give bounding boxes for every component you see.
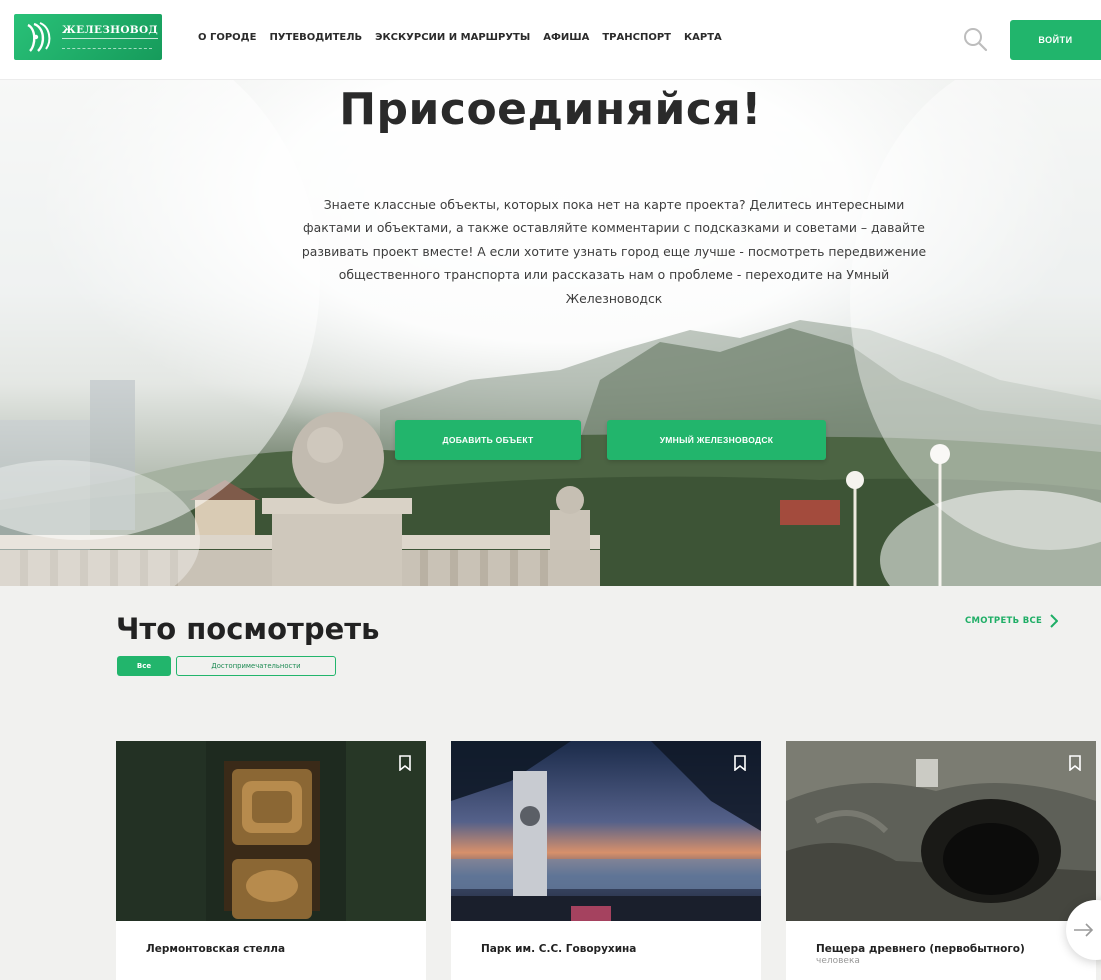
search-icon[interactable] xyxy=(960,24,990,54)
bookmark-icon[interactable] xyxy=(733,755,747,771)
login-button[interactable]: ВОЙТИ xyxy=(1010,20,1101,60)
chevron-right-icon xyxy=(1050,614,1059,628)
place-card-title: Лермонтовская стелла xyxy=(146,943,286,955)
hero-background-image xyxy=(0,80,1101,586)
carousel-next-button[interactable] xyxy=(1066,900,1101,960)
see-all-link[interactable]: СМОТРЕТЬ ВСЕ xyxy=(965,614,1059,628)
place-card-title: Парк им. С.С. Говорухина xyxy=(481,943,637,955)
place-card[interactable]: Парк им. С.С. Говорухина xyxy=(451,741,761,980)
bookmark-icon[interactable] xyxy=(398,755,412,771)
hero-title: Присоединяйся! xyxy=(339,84,762,135)
logo-subline xyxy=(62,43,152,49)
place-card-title-continued: человека xyxy=(816,956,860,966)
arrow-right-icon xyxy=(1074,923,1094,937)
logo-emblem-icon xyxy=(27,22,51,52)
add-object-button[interactable]: ДОБАВИТЬ ОБЪЕКТ xyxy=(395,420,581,460)
place-card[interactable]: Лермонтовская стелла xyxy=(116,741,426,980)
nav-item-about[interactable]: О ГОРОДЕ xyxy=(198,32,256,43)
section-title: Что посмотреть xyxy=(116,612,380,646)
site-header: ЖЕЛЕЗНОВОДСК О ГОРОДЕ ПУТЕВОДИТЕЛЬ ЭКСКУ… xyxy=(0,0,1101,80)
main-nav: О ГОРОДЕ ПУТЕВОДИТЕЛЬ ЭКСКУРСИИ И МАРШРУ… xyxy=(198,32,735,43)
logo-text: ЖЕЛЕЗНОВОДСК xyxy=(62,24,158,39)
hero-description: Знаете классные объекты, которых пока не… xyxy=(301,197,927,306)
smart-city-button[interactable]: УМНЫЙ ЖЕЛЕЗНОВОДСК xyxy=(607,420,826,460)
nav-item-excursions[interactable]: ЭКСКУРСИИ И МАРШРУТЫ xyxy=(375,32,530,43)
nav-item-events[interactable]: АФИША xyxy=(543,32,589,43)
filter-chips: Все Достопримечательности xyxy=(117,656,336,676)
bookmark-icon[interactable] xyxy=(1068,755,1082,771)
filter-chip-all[interactable]: Все xyxy=(117,656,171,676)
nav-item-guide[interactable]: ПУТЕВОДИТЕЛЬ xyxy=(269,32,362,43)
nav-item-map[interactable]: КАРТА xyxy=(684,32,722,43)
nav-item-transport[interactable]: ТРАНСПОРТ xyxy=(602,32,671,43)
filter-chip-sights[interactable]: Достопримечательности xyxy=(176,656,336,676)
place-card-image xyxy=(451,741,761,921)
place-card[interactable]: Пещера древнего (первобытного) человека xyxy=(786,741,1096,980)
see-all-label: СМОТРЕТЬ ВСЕ xyxy=(965,616,1043,626)
place-card-image xyxy=(116,741,426,921)
hero-banner: Присоединяйся! Знаете классные объекты, … xyxy=(0,80,1101,586)
site-logo[interactable]: ЖЕЛЕЗНОВОДСК xyxy=(14,14,162,60)
place-card-title: Пещера древнего (первобытного) xyxy=(816,943,1025,955)
page: ЖЕЛЕЗНОВОДСК О ГОРОДЕ ПУТЕВОДИТЕЛЬ ЭКСКУ… xyxy=(0,0,1101,980)
place-card-image xyxy=(786,741,1096,921)
